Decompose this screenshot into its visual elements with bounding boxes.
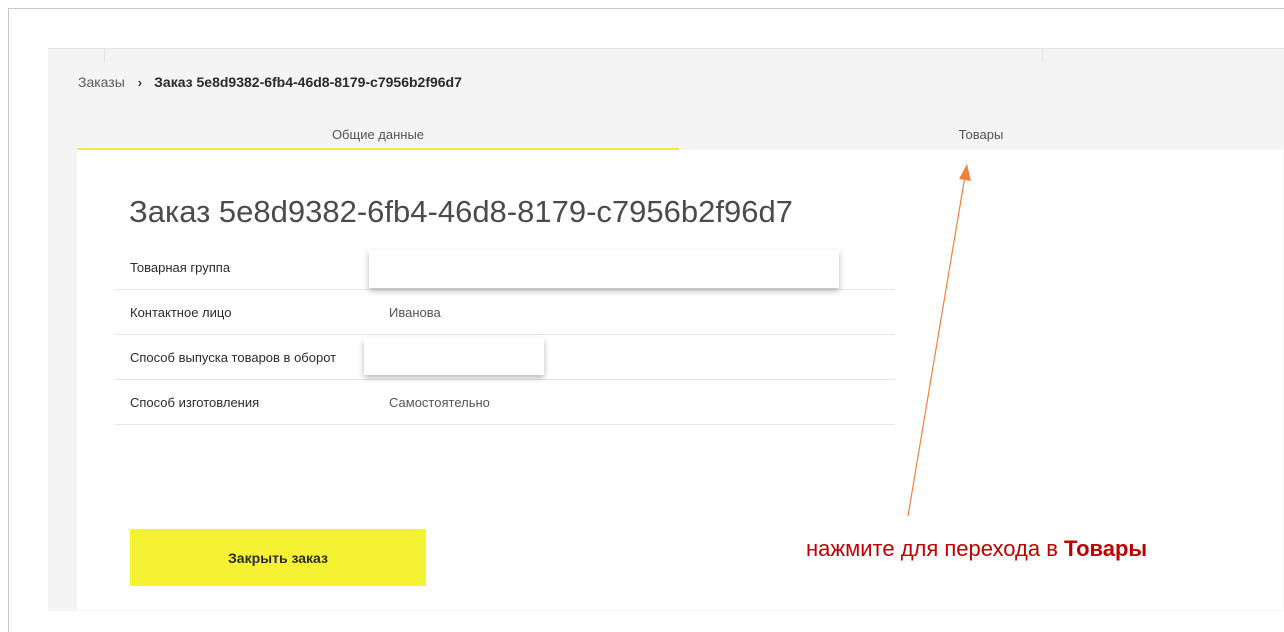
hint-text: нажмите для перехода в — [806, 536, 1065, 561]
field-label: Товарная группа — [130, 260, 231, 275]
tabs: Общие данные Товары — [77, 118, 1283, 151]
field-row-production-method: Способ изготовления Самостоятельно — [115, 380, 895, 425]
divider — [1042, 48, 1043, 62]
divider — [104, 48, 105, 62]
tab-goods[interactable]: Товары — [679, 118, 1283, 150]
field-label: Способ выпуска товаров в оборот — [130, 350, 337, 365]
page-title: Заказ 5e8d9382-6fb4-46d8-8179-c7956b2f96… — [129, 194, 793, 229]
order-fields: Товарная группа Контактное лицо Иванова … — [115, 245, 895, 425]
breadcrumb-current: Заказ 5e8d9382-6fb4-46d8-8179-c7956b2f96… — [154, 74, 462, 90]
field-value: Самостоятельно — [389, 395, 490, 410]
product-group-select[interactable] — [369, 250, 839, 288]
field-label: Способ изготовления — [130, 395, 260, 410]
field-label: Контактное лицо — [130, 305, 232, 320]
breadcrumb: Заказы › Заказ 5e8d9382-6fb4-46d8-8179-c… — [78, 71, 462, 93]
field-row-release-method: Способ выпуска товаров в оборот — [115, 335, 895, 380]
close-order-button[interactable]: Закрыть заказ — [130, 529, 426, 586]
tab-label: Товары — [958, 126, 1004, 142]
field-value: Иванова — [389, 305, 441, 320]
field-row-contact-person: Контактное лицо Иванова — [115, 290, 895, 335]
annotation-hint: нажмите для перехода в Товары — [806, 536, 1147, 562]
hint-emphasis: Товары — [1064, 536, 1148, 561]
field-row-product-group: Товарная группа — [115, 245, 895, 290]
tab-general-data[interactable]: Общие данные — [77, 118, 679, 151]
chevron-right-icon: › — [137, 74, 143, 90]
breadcrumb-orders-link[interactable]: Заказы — [78, 74, 125, 90]
release-method-select[interactable] — [364, 338, 544, 375]
tab-label: Общие данные — [331, 126, 425, 142]
